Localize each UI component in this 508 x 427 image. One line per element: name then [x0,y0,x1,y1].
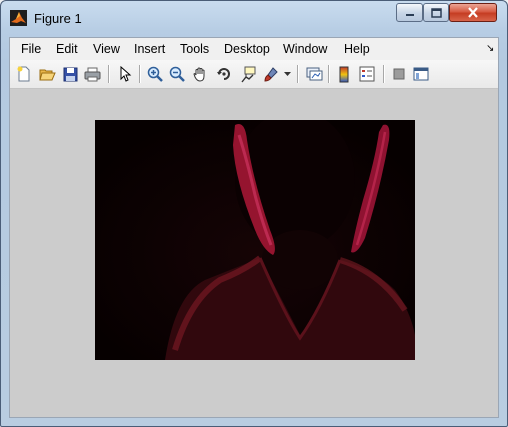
print-button[interactable] [82,64,102,84]
displayed-image [95,110,415,360]
colorbar-icon [339,66,349,82]
data-cursor-button[interactable] [237,64,257,84]
window-title: Figure 1 [34,11,82,26]
figure-toolbar [10,60,498,89]
insert-colorbar-button[interactable] [334,64,354,84]
zoom-in-button[interactable] [145,64,165,84]
toolbar-separator [297,65,299,83]
close-icon [468,7,478,18]
print-icon [84,67,100,81]
matlab-logo-icon [10,10,27,26]
toolbar-separator [328,65,330,83]
hide-plot-tools-button[interactable] [389,64,409,84]
legend-icon [359,66,375,82]
menu-window[interactable]: Window [283,42,327,56]
pan-hand-icon [193,67,205,82]
zoom-out-button[interactable] [167,64,187,84]
menu-file[interactable]: File [21,42,41,56]
toolbar-separator [108,65,110,83]
menu-view[interactable]: View [93,42,120,56]
toolbar-separator [139,65,141,83]
brush-button[interactable] [261,64,281,84]
brush-dropdown[interactable] [282,64,292,84]
show-plot-tools-icon [413,67,429,81]
zoom-in-icon [147,66,163,82]
new-figure-icon [17,66,30,82]
figure-window: Figure 1 File Edit View Insert Tools Des… [0,0,508,427]
toolbar-separator [383,65,385,83]
pan-button[interactable] [190,64,210,84]
rotate-3d-button[interactable] [214,64,234,84]
minimize-icon [405,13,414,16]
show-plot-tools-button[interactable] [411,64,431,84]
data-cursor-icon [240,66,255,82]
menu-bar: File Edit View Insert Tools Desktop Wind… [10,38,498,60]
image-axes[interactable] [95,110,415,360]
figure-client-area: File Edit View Insert Tools Desktop Wind… [9,37,499,418]
open-file-icon [38,69,56,80]
menu-help[interactable]: Help [344,42,370,56]
menu-desktop[interactable]: Desktop [224,42,270,56]
maximize-button[interactable] [423,3,449,22]
open-file-button[interactable] [37,64,57,84]
save-icon [63,67,77,81]
link-plot-icon [306,67,322,81]
menu-dock-arrow[interactable]: ↘ [486,43,494,54]
zoom-out-icon [169,66,185,82]
minimize-button[interactable] [396,3,423,22]
menu-edit[interactable]: Edit [56,42,78,56]
menu-insert[interactable]: Insert [134,42,165,56]
rotate-3d-icon [217,68,230,80]
link-plot-button[interactable] [304,64,324,84]
menu-tools[interactable]: Tools [180,42,209,56]
maximize-icon [430,7,442,18]
title-bar[interactable]: Figure 1 [1,1,507,34]
pointer-icon [120,66,132,82]
dropdown-arrow-icon [283,71,291,76]
edit-plot-button[interactable] [115,64,135,84]
brush-icon [264,67,278,82]
hide-plot-tools-icon [393,68,405,80]
save-button[interactable] [60,64,80,84]
insert-legend-button[interactable] [357,64,377,84]
close-button[interactable] [449,3,497,22]
new-figure-button[interactable] [14,64,34,84]
